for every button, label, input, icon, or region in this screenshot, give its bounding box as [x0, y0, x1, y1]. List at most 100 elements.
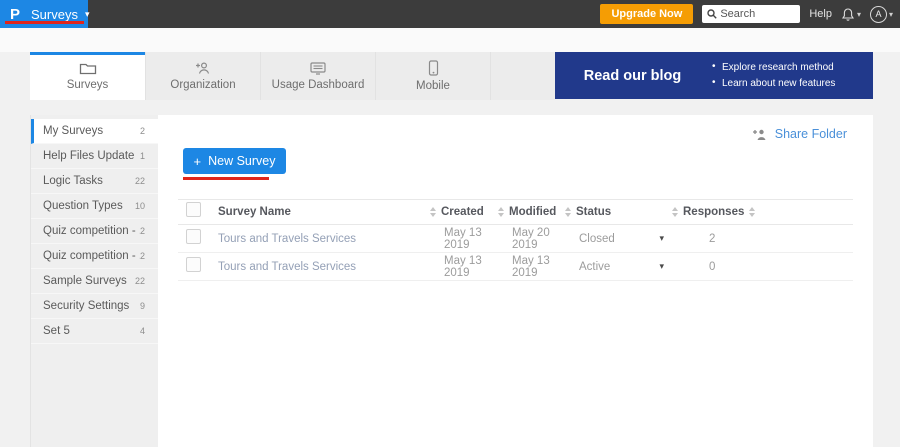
responses-cell: 0 — [672, 261, 853, 273]
row-checkbox-cell — [178, 257, 218, 277]
row-checkbox-cell — [178, 229, 218, 249]
survey-name-link[interactable]: Tours and Travels Services — [218, 261, 430, 273]
tab-mobile[interactable]: Mobile — [375, 52, 490, 100]
blog-banner[interactable]: Read our blog Explore research method Lea… — [555, 52, 873, 99]
sort-icon[interactable] — [565, 207, 571, 217]
sidebar-item-count: 22 — [135, 276, 145, 286]
avatar: A — [870, 6, 887, 23]
sidebar-item-label: Security Settings — [43, 300, 129, 312]
modified-cell: May 13 2019 — [498, 255, 565, 279]
column-header-status[interactable]: Status — [565, 206, 672, 218]
column-header-created[interactable]: Created — [430, 206, 498, 218]
responses-cell: 2 — [672, 233, 853, 245]
sidebar-item-count: 2 — [140, 226, 145, 236]
blog-banner-bullet: Explore research method — [710, 62, 867, 73]
new-survey-button[interactable]: + New Survey — [183, 148, 286, 174]
account-menu[interactable]: A ▾ — [870, 6, 893, 23]
table-header-row: Survey Name Created Modified Status Resp… — [178, 199, 853, 225]
plus-icon: + — [194, 154, 202, 169]
sort-icon[interactable] — [430, 207, 436, 217]
new-survey-label: New Survey — [208, 154, 275, 168]
select-all-checkbox[interactable] — [186, 202, 201, 217]
annotation-underline — [5, 21, 84, 24]
upgrade-now-button[interactable]: Upgrade Now — [600, 4, 693, 24]
table-row: Tours and Travels Services May 13 2019 M… — [178, 253, 853, 281]
tabbar-filler — [490, 52, 555, 100]
tab-usage-dashboard[interactable]: Usage Dashboard — [260, 52, 375, 100]
sidebar-item-count: 1 — [140, 151, 145, 161]
sidebar-item-label: Logic Tasks — [43, 175, 103, 187]
column-label: Modified — [509, 206, 556, 218]
person-add-icon — [752, 128, 769, 141]
table-body: Tours and Travels Services May 13 2019 M… — [178, 225, 853, 281]
tab-surveys[interactable]: Surveys — [30, 52, 145, 100]
sidebar-item[interactable]: Quiz competition - ... 2 — [31, 244, 158, 269]
sort-icon[interactable] — [498, 207, 504, 217]
sidebar-item[interactable]: My Surveys 2 — [31, 119, 158, 144]
sidebar-item-label: Set 5 — [43, 325, 70, 337]
sidebar-item[interactable]: Sample Surveys 22 — [31, 269, 158, 294]
app-switcher-menu[interactable]: P Surveys ▾ — [0, 0, 88, 28]
created-cell: May 13 2019 — [430, 227, 498, 251]
app-menu-label: Surveys — [31, 7, 78, 22]
monitor-icon — [309, 61, 327, 75]
person-add-icon — [194, 61, 213, 75]
tab-organization[interactable]: Organization — [145, 52, 260, 100]
column-header-survey-name[interactable]: Survey Name — [218, 206, 430, 218]
row-checkbox[interactable] — [186, 229, 201, 244]
status-cell: Active ▾ — [565, 261, 672, 273]
phone-icon — [428, 60, 439, 76]
chevron-down-icon: ▾ — [889, 10, 893, 19]
status-value: Closed — [579, 233, 615, 245]
share-folder-label: Share Folder — [775, 127, 847, 141]
sidebar-item-label: Quiz competition - ... — [43, 225, 140, 237]
column-label: Created — [441, 206, 484, 218]
sidebar-item[interactable]: Help Files Update 1 — [31, 144, 158, 169]
sidebar-item-count: 4 — [140, 326, 145, 336]
column-label: Survey Name — [218, 206, 291, 218]
sidebar-item[interactable]: Quiz competition - ... 2 — [31, 219, 158, 244]
share-folder-link[interactable]: Share Folder — [752, 127, 847, 141]
chevron-down-icon: ▾ — [857, 10, 861, 19]
sidebar-item[interactable]: Logic Tasks 22 — [31, 169, 158, 194]
column-label: Status — [576, 206, 611, 218]
topbar-actions: Upgrade Now Help ▾ A ▾ — [600, 0, 893, 28]
sidebar-folders: My Surveys 2 Help Files Update 1 Logic T… — [30, 115, 158, 447]
surveys-table: Survey Name Created Modified Status Resp… — [178, 199, 853, 281]
sidebar-item[interactable]: Set 5 4 — [31, 319, 158, 344]
sidebar-item-count: 2 — [140, 251, 145, 261]
main-panel: Share Folder + New Survey Survey Name Cr… — [158, 115, 873, 447]
notifications-menu[interactable]: ▾ — [841, 7, 861, 22]
help-link[interactable]: Help — [809, 8, 832, 20]
blog-banner-bullet: Learn about new features — [710, 78, 867, 89]
brand-logo: P — [10, 6, 20, 23]
sidebar-item-label: Question Types — [43, 200, 123, 212]
status-dropdown[interactable]: ▾ — [659, 233, 664, 244]
sidebar-item-count: 9 — [140, 301, 145, 311]
sidebar-item-label: Help Files Update — [43, 150, 134, 162]
blog-banner-title: Read our blog — [555, 68, 710, 84]
sidebar-item-count: 22 — [135, 176, 145, 186]
column-header-responses[interactable]: Responses — [672, 206, 853, 218]
column-label: Responses — [683, 206, 744, 218]
sidebar-item-label: Quiz competition - ... — [43, 250, 140, 262]
search-input[interactable] — [720, 8, 792, 20]
row-checkbox[interactable] — [186, 257, 201, 272]
sort-icon[interactable] — [749, 207, 755, 217]
sidebar-item[interactable]: Question Types 10 — [31, 194, 158, 219]
header-spacer — [0, 28, 900, 52]
sidebar-item[interactable]: Security Settings 9 — [31, 294, 158, 319]
column-header-modified[interactable]: Modified — [498, 206, 565, 218]
sort-icon[interactable] — [672, 207, 678, 217]
modified-cell: May 20 2019 — [498, 227, 565, 251]
primary-tabs: Surveys Organization Usage Dashboard Mob… — [30, 52, 555, 100]
folder-icon — [79, 61, 97, 75]
search-box[interactable] — [702, 5, 800, 23]
tab-label: Mobile — [416, 80, 450, 92]
tab-label: Organization — [170, 79, 235, 91]
chevron-down-icon: ▾ — [85, 9, 90, 20]
page: P Surveys ▾ Upgrade Now Help ▾ A ▾ — [0, 0, 900, 447]
survey-name-link[interactable]: Tours and Travels Services — [218, 233, 430, 245]
bell-icon — [841, 7, 855, 22]
status-dropdown[interactable]: ▾ — [659, 261, 664, 272]
